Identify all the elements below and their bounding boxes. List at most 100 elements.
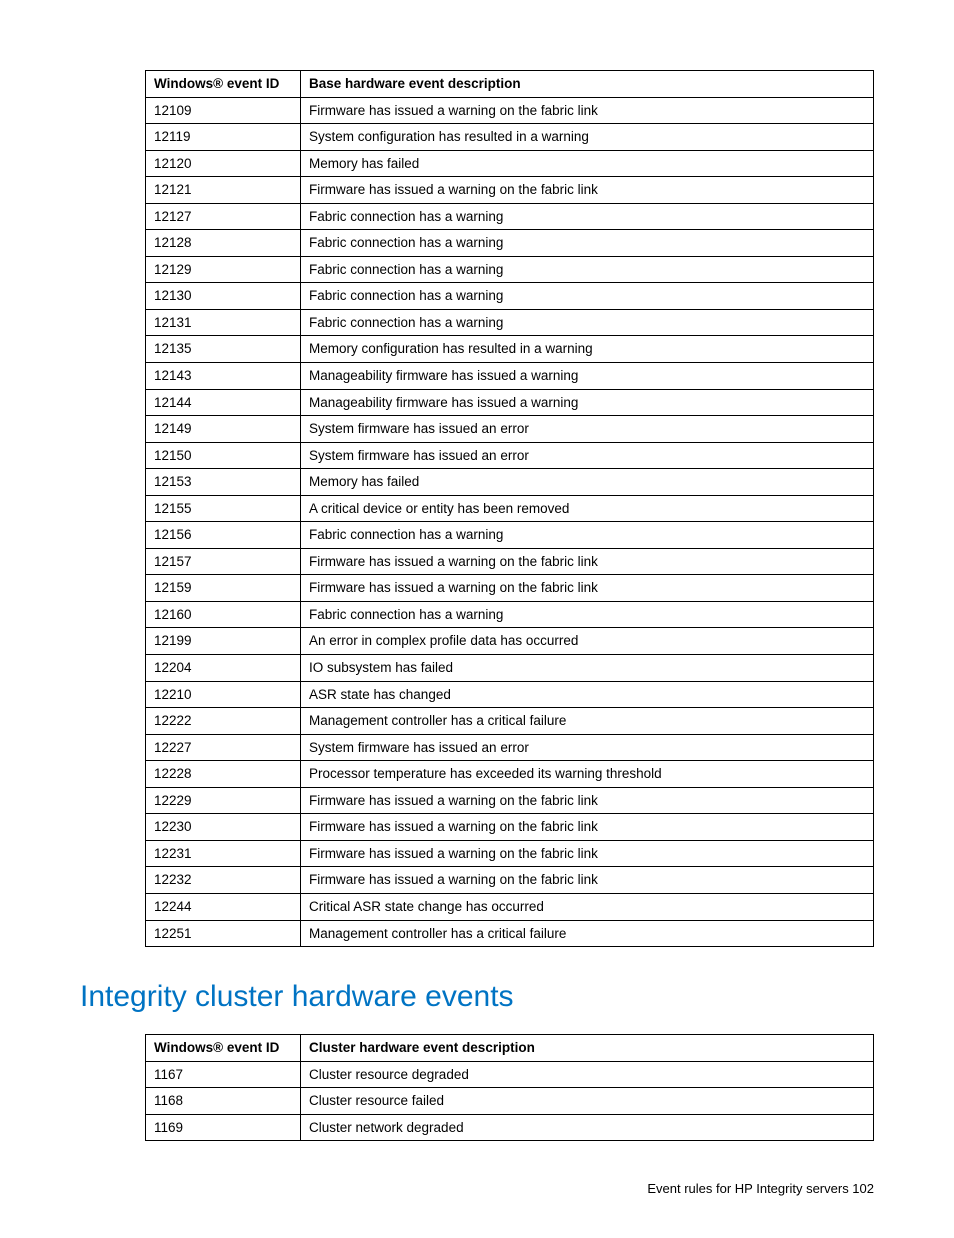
event-desc-cell: Fabric connection has a warning bbox=[301, 522, 874, 549]
event-desc-cell: Firmware has issued a warning on the fab… bbox=[301, 575, 874, 602]
event-id-cell: 12231 bbox=[146, 840, 301, 867]
table-row: 12229Firmware has issued a warning on th… bbox=[146, 787, 874, 814]
event-id-cell: 12135 bbox=[146, 336, 301, 363]
page-footer: Event rules for HP Integrity servers 102 bbox=[80, 1181, 874, 1198]
event-id-cell: 12160 bbox=[146, 601, 301, 628]
event-id-cell: 12149 bbox=[146, 416, 301, 443]
event-id-cell: 12156 bbox=[146, 522, 301, 549]
table-row: 12119System configuration has resulted i… bbox=[146, 124, 874, 151]
header-event-id: Windows® event ID bbox=[146, 1035, 301, 1062]
event-id-cell: 12232 bbox=[146, 867, 301, 894]
table-row: 12156Fabric connection has a warning bbox=[146, 522, 874, 549]
table-row: 12160Fabric connection has a warning bbox=[146, 601, 874, 628]
event-id-cell: 12227 bbox=[146, 734, 301, 761]
event-id-cell: 12127 bbox=[146, 203, 301, 230]
event-id-cell: 12131 bbox=[146, 309, 301, 336]
header-event-id: Windows® event ID bbox=[146, 71, 301, 98]
table-row: 1168Cluster resource failed bbox=[146, 1088, 874, 1115]
event-desc-cell: Fabric connection has a warning bbox=[301, 283, 874, 310]
event-desc-cell: Manageability firmware has issued a warn… bbox=[301, 363, 874, 390]
table-row: 12150System firmware has issued an error bbox=[146, 442, 874, 469]
table-row: 12131Fabric connection has a warning bbox=[146, 309, 874, 336]
table-row: 12121Firmware has issued a warning on th… bbox=[146, 177, 874, 204]
table-row: 12120Memory has failed bbox=[146, 150, 874, 177]
table-row: 12210ASR state has changed bbox=[146, 681, 874, 708]
event-id-cell: 12144 bbox=[146, 389, 301, 416]
table-row: 12228Processor temperature has exceeded … bbox=[146, 761, 874, 788]
event-id-cell: 12153 bbox=[146, 469, 301, 496]
table-row: 12155A critical device or entity has bee… bbox=[146, 495, 874, 522]
event-desc-cell: Manageability firmware has issued a warn… bbox=[301, 389, 874, 416]
event-desc-cell: Management controller has a critical fai… bbox=[301, 920, 874, 947]
event-id-cell: 12199 bbox=[146, 628, 301, 655]
event-desc-cell: Critical ASR state change has occurred bbox=[301, 893, 874, 920]
table-row: 1169Cluster network degraded bbox=[146, 1114, 874, 1141]
header-description: Base hardware event description bbox=[301, 71, 874, 98]
event-desc-cell: Firmware has issued a warning on the fab… bbox=[301, 97, 874, 124]
event-desc-cell: System firmware has issued an error bbox=[301, 442, 874, 469]
event-id-cell: 1169 bbox=[146, 1114, 301, 1141]
event-desc-cell: Fabric connection has a warning bbox=[301, 309, 874, 336]
event-id-cell: 1168 bbox=[146, 1088, 301, 1115]
header-description: Cluster hardware event description bbox=[301, 1035, 874, 1062]
table-row: 12109Firmware has issued a warning on th… bbox=[146, 97, 874, 124]
event-desc-cell: Firmware has issued a warning on the fab… bbox=[301, 787, 874, 814]
event-id-cell: 12210 bbox=[146, 681, 301, 708]
cluster-hardware-events-table: Windows® event ID Cluster hardware event… bbox=[145, 1034, 874, 1141]
table-row: 12232Firmware has issued a warning on th… bbox=[146, 867, 874, 894]
table-header-row: Windows® event ID Base hardware event de… bbox=[146, 71, 874, 98]
event-desc-cell: Cluster network degraded bbox=[301, 1114, 874, 1141]
event-id-cell: 12150 bbox=[146, 442, 301, 469]
event-id-cell: 12230 bbox=[146, 814, 301, 841]
event-id-cell: 12159 bbox=[146, 575, 301, 602]
event-id-cell: 12120 bbox=[146, 150, 301, 177]
event-id-cell: 12204 bbox=[146, 655, 301, 682]
table-row: 12127Fabric connection has a warning bbox=[146, 203, 874, 230]
event-id-cell: 12157 bbox=[146, 548, 301, 575]
base-hardware-events-table: Windows® event ID Base hardware event de… bbox=[145, 70, 874, 947]
event-desc-cell: Firmware has issued a warning on the fab… bbox=[301, 177, 874, 204]
event-desc-cell: IO subsystem has failed bbox=[301, 655, 874, 682]
event-id-cell: 12244 bbox=[146, 893, 301, 920]
table-row: 12227System firmware has issued an error bbox=[146, 734, 874, 761]
event-id-cell: 12251 bbox=[146, 920, 301, 947]
event-desc-cell: Management controller has a critical fai… bbox=[301, 708, 874, 735]
event-desc-cell: Firmware has issued a warning on the fab… bbox=[301, 840, 874, 867]
event-id-cell: 12109 bbox=[146, 97, 301, 124]
event-desc-cell: System configuration has resulted in a w… bbox=[301, 124, 874, 151]
event-id-cell: 12143 bbox=[146, 363, 301, 390]
event-id-cell: 1167 bbox=[146, 1061, 301, 1088]
event-desc-cell: System firmware has issued an error bbox=[301, 734, 874, 761]
event-desc-cell: Fabric connection has a warning bbox=[301, 230, 874, 257]
event-id-cell: 12129 bbox=[146, 256, 301, 283]
table-row: 12199An error in complex profile data ha… bbox=[146, 628, 874, 655]
event-desc-cell: Fabric connection has a warning bbox=[301, 256, 874, 283]
event-id-cell: 12228 bbox=[146, 761, 301, 788]
table-row: 12231Firmware has issued a warning on th… bbox=[146, 840, 874, 867]
event-id-cell: 12222 bbox=[146, 708, 301, 735]
event-desc-cell: Processor temperature has exceeded its w… bbox=[301, 761, 874, 788]
event-id-cell: 12229 bbox=[146, 787, 301, 814]
table-row: 1167Cluster resource degraded bbox=[146, 1061, 874, 1088]
event-desc-cell: Firmware has issued a warning on the fab… bbox=[301, 548, 874, 575]
event-desc-cell: Firmware has issued a warning on the fab… bbox=[301, 814, 874, 841]
table-row: 12204IO subsystem has failed bbox=[146, 655, 874, 682]
event-id-cell: 12121 bbox=[146, 177, 301, 204]
table-row: 12159Firmware has issued a warning on th… bbox=[146, 575, 874, 602]
event-desc-cell: Firmware has issued a warning on the fab… bbox=[301, 867, 874, 894]
table-row: 12251Management controller has a critica… bbox=[146, 920, 874, 947]
event-desc-cell: Cluster resource failed bbox=[301, 1088, 874, 1115]
table-row: 12230Firmware has issued a warning on th… bbox=[146, 814, 874, 841]
event-desc-cell: Fabric connection has a warning bbox=[301, 601, 874, 628]
table-row: 12143Manageability firmware has issued a… bbox=[146, 363, 874, 390]
table-row: 12244Critical ASR state change has occur… bbox=[146, 893, 874, 920]
table-header-row: Windows® event ID Cluster hardware event… bbox=[146, 1035, 874, 1062]
event-desc-cell: Memory configuration has resulted in a w… bbox=[301, 336, 874, 363]
event-desc-cell: An error in complex profile data has occ… bbox=[301, 628, 874, 655]
event-id-cell: 12130 bbox=[146, 283, 301, 310]
event-desc-cell: ASR state has changed bbox=[301, 681, 874, 708]
event-desc-cell: Memory has failed bbox=[301, 150, 874, 177]
table-row: 12153Memory has failed bbox=[146, 469, 874, 496]
event-desc-cell: Memory has failed bbox=[301, 469, 874, 496]
event-id-cell: 12119 bbox=[146, 124, 301, 151]
